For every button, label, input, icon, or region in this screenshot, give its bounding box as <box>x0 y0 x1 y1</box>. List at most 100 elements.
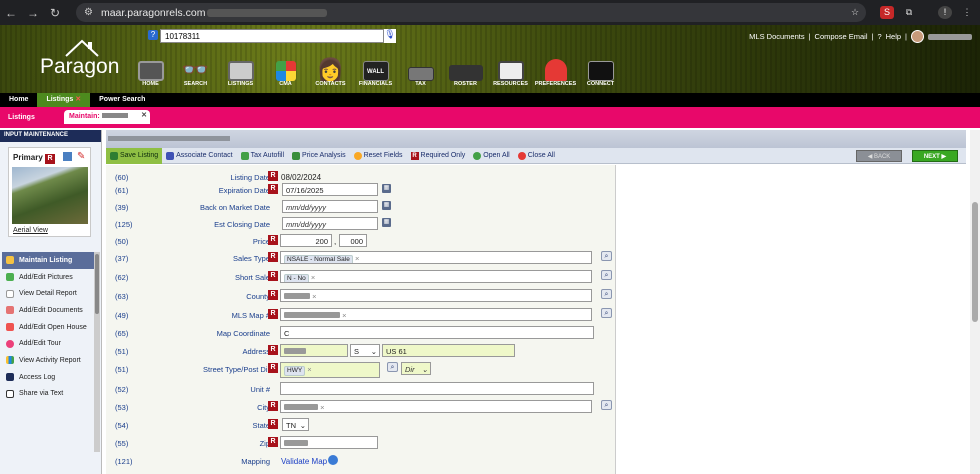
open-all-button[interactable]: Open All <box>469 148 513 164</box>
street-name-input[interactable]: US 61 <box>382 344 515 357</box>
photo-icon[interactable] <box>63 152 72 161</box>
sidebar-item-view-detail-report[interactable]: View Detail Report <box>2 285 94 302</box>
calendar-icon[interactable]: ▦ <box>382 218 391 227</box>
sidebar-item-add-edit-pictures[interactable]: Add/Edit Pictures <box>2 269 94 286</box>
bookmark-star-icon[interactable]: ☆ <box>848 6 862 19</box>
edit-pencil-icon[interactable]: ✎ <box>77 151 85 162</box>
sidebar-item-access-log[interactable]: Access Log <box>2 369 94 386</box>
tab-power-search[interactable]: Power Search <box>90 93 154 107</box>
listing-toolbar: Save Listing Associate Contact Tax Autof… <box>106 147 966 164</box>
sidebar-item-view-activity-report[interactable]: View Activity Report <box>2 352 94 369</box>
reload-icon[interactable]: ↻ <box>44 6 66 20</box>
next-button[interactable]: NEXT ▶ <box>912 150 958 162</box>
sidebar-item-add-edit-documents[interactable]: Add/Edit Documents <box>2 302 94 319</box>
sidebar-scrollbar[interactable] <box>94 252 100 452</box>
price-thousands-input[interactable]: 000 <box>339 234 367 247</box>
profile-icon[interactable]: ! <box>938 6 952 19</box>
cassette-icon <box>407 67 434 81</box>
required-icon: R <box>268 184 278 194</box>
back-arrow-icon[interactable]: ← <box>0 6 22 20</box>
post-dir-select[interactable]: Dir ⌄ <box>401 362 431 375</box>
nav-home[interactable]: HOME <box>128 47 173 87</box>
extension-icon[interactable]: S <box>880 6 894 19</box>
site-info-icon[interactable]: ⚙ <box>84 7 93 18</box>
expiration-date-input[interactable]: 07/16/2025 <box>282 183 378 196</box>
tax-autofill-button[interactable]: Tax Autofill <box>237 148 288 164</box>
sidebar-item-share-via-text[interactable]: Share via Text <box>2 386 94 403</box>
close-all-button[interactable]: Close All <box>514 148 559 164</box>
nav-tax[interactable]: TAX <box>398 47 443 87</box>
close-subtab-icon[interactable]: ✕ <box>141 111 147 119</box>
short-sale-select[interactable]: N - No × <box>280 270 592 283</box>
map-coordinate-input[interactable]: C <box>280 326 594 339</box>
more-menu-icon[interactable]: ⋮ <box>960 6 974 19</box>
mls-map-select[interactable]: × <box>280 308 592 321</box>
subtab-listings[interactable]: Listings <box>8 114 35 121</box>
globe-icon[interactable] <box>328 455 338 465</box>
aerial-photo[interactable] <box>12 167 88 224</box>
nav-roster[interactable]: ROSTER <box>443 47 488 87</box>
lookup-icon[interactable]: ⌕ <box>601 400 612 410</box>
subtab-maintain[interactable]: Maintain: ✕ <box>64 110 150 124</box>
help-link[interactable]: Help <box>886 32 901 41</box>
help-icon[interactable]: ? <box>877 32 881 41</box>
sidebar-item-maintain-listing[interactable]: Maintain Listing <box>2 252 94 269</box>
help-question-icon[interactable]: ? <box>148 30 158 40</box>
calendar-icon[interactable]: ▦ <box>382 201 391 210</box>
puzzle-icon[interactable]: ⧉ <box>902 6 916 19</box>
price-input[interactable]: 200 <box>280 234 332 247</box>
scrollbar-thumb[interactable] <box>95 254 99 314</box>
tab-home[interactable]: Home <box>0 93 37 107</box>
street-type-select[interactable]: HWY × <box>280 362 380 378</box>
sales-type-select[interactable]: NSALE - Normal Sale × <box>280 251 592 264</box>
price-analysis-button[interactable]: Price Analysis <box>288 148 350 164</box>
avatar[interactable] <box>911 30 924 43</box>
associate-contact-button[interactable]: Associate Contact <box>162 148 236 164</box>
aerial-view-link[interactable]: Aerial View <box>13 227 48 234</box>
required-icon: R <box>268 401 278 411</box>
forward-arrow-icon[interactable]: → <box>22 6 44 20</box>
lookup-icon[interactable]: ⌕ <box>601 289 612 299</box>
county-select[interactable]: × <box>280 289 592 302</box>
row-listing-date: (60) Listing Date R 08/02/2024 <box>115 171 322 182</box>
close-tab-icon[interactable]: ✕ <box>75 96 81 103</box>
street-number-input[interactable] <box>280 344 348 357</box>
lookup-icon[interactable]: ⌕ <box>601 308 612 318</box>
camera-icon <box>497 61 524 81</box>
nav-connect[interactable]: CONNECT <box>578 47 623 87</box>
back-button[interactable]: ◀ BACK <box>856 150 902 162</box>
page-scrollbar[interactable] <box>970 130 980 474</box>
lookup-icon[interactable]: ⌕ <box>601 270 612 280</box>
paragon-logo[interactable]: Paragon <box>40 55 119 79</box>
nav-resources[interactable]: RESOURCES <box>488 47 533 87</box>
nav-cma[interactable]: CMA <box>263 47 308 87</box>
zip-input[interactable] <box>280 436 378 449</box>
validate-map-link[interactable]: Validate Map <box>281 457 327 466</box>
city-select[interactable]: × <box>280 400 592 413</box>
microphone-icon[interactable]: 🎙 <box>384 29 396 43</box>
nav-contacts[interactable]: 👩 CONTACTS <box>308 47 353 88</box>
compose-email-link[interactable]: Compose Email <box>815 32 868 41</box>
required-only-button[interactable]: R Required Only <box>407 148 470 164</box>
unit-input[interactable] <box>280 382 594 395</box>
mls-documents-link[interactable]: MLS Documents <box>749 32 804 41</box>
lookup-icon[interactable]: ⌕ <box>387 362 398 372</box>
scrollbar-thumb[interactable] <box>972 202 978 322</box>
back-on-market-input[interactable]: mm/dd/yyyy <box>282 200 378 213</box>
nav-preferences[interactable]: PREFERENCES <box>533 47 578 87</box>
reset-fields-button[interactable]: Reset Fields <box>350 148 407 164</box>
sidebar-item-add-edit-tour[interactable]: Add/Edit Tour <box>2 335 94 352</box>
tab-listings[interactable]: Listings ✕ <box>37 93 91 107</box>
direction-select[interactable]: S ⌄ <box>350 344 380 357</box>
calendar-icon[interactable]: ▦ <box>382 184 391 193</box>
address-bar[interactable]: ⚙ maar.paragonrels.com <box>76 3 866 22</box>
state-select[interactable]: TN ⌄ <box>282 418 309 431</box>
lookup-icon[interactable]: ⌕ <box>601 251 612 261</box>
sidebar-item-add-edit-open-house[interactable]: Add/Edit Open House <box>2 319 94 336</box>
nav-search[interactable]: 👓 SEARCH <box>173 47 218 88</box>
search-input[interactable] <box>160 29 384 43</box>
est-closing-input[interactable]: mm/dd/yyyy <box>282 217 378 230</box>
nav-listings[interactable]: LISTINGS <box>218 47 263 87</box>
save-listing-button[interactable]: Save Listing <box>106 147 163 164</box>
nav-financials[interactable]: WALL FINANCIALS <box>353 47 398 87</box>
